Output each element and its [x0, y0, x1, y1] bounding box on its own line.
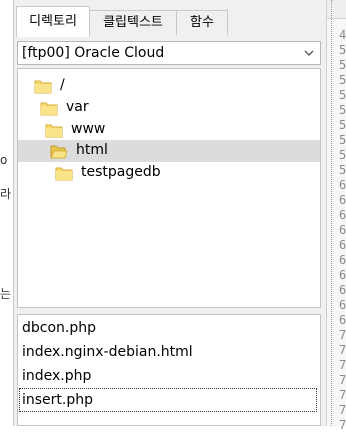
tree-item-label: html — [76, 142, 108, 158]
line-number: 6 — [339, 298, 346, 312]
line-number: 5 — [339, 163, 346, 177]
line-number: 5 — [339, 148, 346, 162]
line-number: 5 — [339, 58, 346, 72]
line-number: 7 — [339, 328, 346, 342]
tree-item-testpagedb[interactable]: testpagedb — [18, 162, 320, 184]
directory-tree[interactable]: / var www html testpagedb — [17, 68, 321, 308]
line-number: 7 — [339, 373, 346, 387]
line-number: 6 — [339, 253, 346, 267]
tree-item-label: testpagedb — [81, 164, 161, 180]
line-number: 7 — [339, 388, 346, 402]
line-number: 6 — [339, 178, 346, 192]
file-list[interactable]: dbcon.php index.nginx-debian.html index.… — [17, 314, 321, 426]
tab-label: 디렉토리 — [29, 14, 77, 29]
line-number: 7 — [339, 403, 346, 417]
list-item[interactable]: index.php — [22, 365, 91, 387]
line-number: 7 — [339, 418, 346, 432]
line-number: 5 — [339, 133, 346, 147]
tree-item-label: www — [71, 121, 106, 137]
line-number: 5 — [339, 73, 346, 87]
tree-item-www[interactable]: www — [18, 119, 320, 141]
panel-tabs: 디렉토리 클립텍스트 함수 — [14, 0, 326, 37]
tab-functions[interactable]: 함수 — [176, 10, 228, 35]
line-number: 6 — [339, 208, 346, 222]
tree-item-label: var — [66, 99, 89, 115]
gutter-divider — [331, 0, 333, 426]
tree-item-var[interactable]: var — [18, 97, 320, 119]
chevron-down-icon — [304, 50, 314, 56]
tree-item-html[interactable]: html — [18, 140, 320, 162]
editor-left-edge: o 라 는 — [0, 0, 14, 426]
folder-icon — [40, 102, 58, 116]
tab-label: 클립텍스트 — [103, 15, 163, 30]
editor-text-fragment: 라 — [0, 187, 12, 201]
editor-text-fragment: 는 — [0, 287, 12, 301]
line-number: 6 — [339, 223, 346, 237]
directory-panel: 디렉토리 클립텍스트 함수 [ftp00] Oracle Cloud / var… — [13, 0, 326, 426]
editor-ruler — [327, 0, 346, 19]
line-number: 6 — [339, 268, 346, 282]
line-number: 5 — [339, 103, 346, 117]
open-folder-icon — [50, 145, 68, 159]
line-number: 5 — [339, 88, 346, 102]
line-number: 6 — [339, 283, 346, 297]
line-number: 5 — [339, 43, 346, 57]
editor-gutter: 455555555566666666667777777 — [326, 0, 346, 432]
line-number: 6 — [339, 238, 346, 252]
tab-cliptext[interactable]: 클립텍스트 — [89, 10, 177, 35]
line-number: 6 — [339, 313, 346, 327]
folder-icon — [45, 124, 63, 138]
folder-icon — [34, 80, 52, 94]
line-number: 4 — [339, 28, 346, 42]
list-item[interactable]: insert.php — [19, 388, 317, 412]
connection-select[interactable]: [ftp00] Oracle Cloud — [17, 41, 321, 65]
tab-directory[interactable]: 디렉토리 — [16, 6, 90, 37]
connection-select-value: [ftp00] Oracle Cloud — [22, 45, 165, 61]
list-item[interactable]: index.nginx-debian.html — [22, 341, 193, 363]
folder-icon — [55, 167, 73, 181]
line-number: 5 — [339, 118, 346, 132]
list-item[interactable]: dbcon.php — [22, 317, 96, 339]
tree-item-root[interactable]: / — [18, 75, 320, 97]
tree-item-label: / — [60, 77, 65, 93]
editor-text-fragment: o — [0, 153, 8, 167]
tab-label: 함수 — [190, 15, 214, 30]
line-number: 7 — [339, 358, 346, 372]
line-number: 6 — [339, 193, 346, 207]
line-number: 7 — [339, 343, 346, 357]
